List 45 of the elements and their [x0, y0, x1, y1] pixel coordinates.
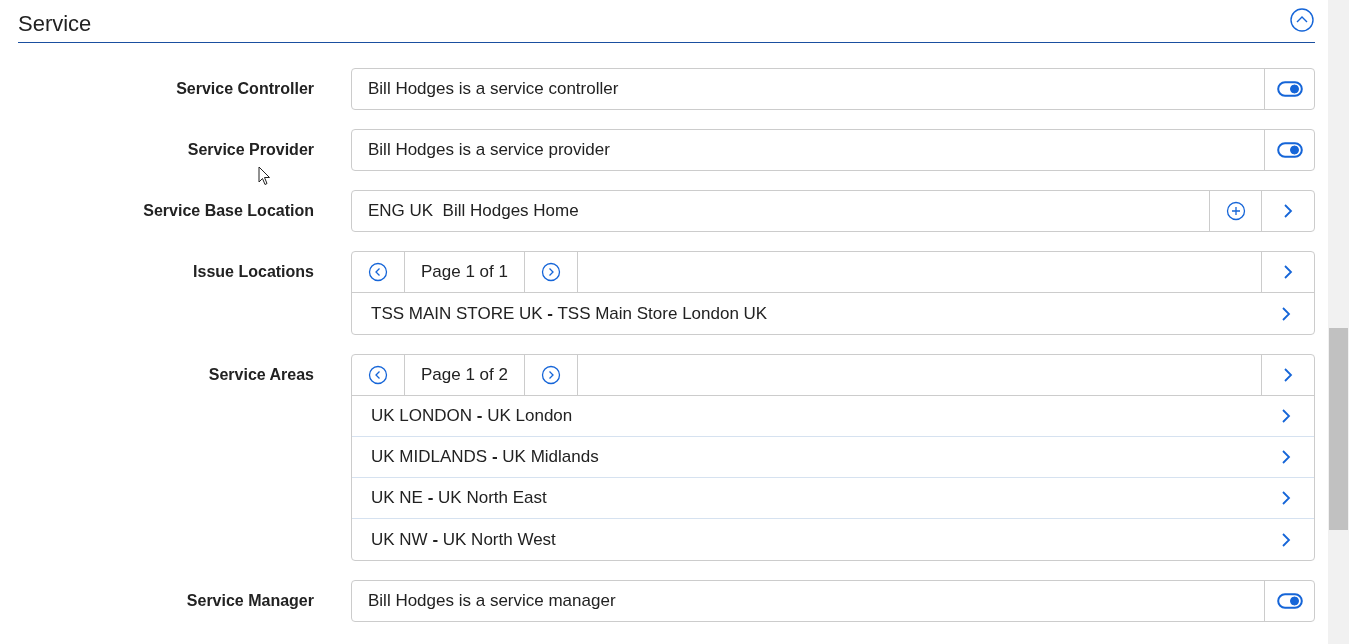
- field-value: Bill Hodges is a service manager: [367, 590, 617, 613]
- field-value: ENG UK Bill Hodges Home: [367, 200, 580, 223]
- field-value: Bill Hodges is a service provider: [367, 139, 611, 162]
- chevron-icon: [1281, 408, 1291, 424]
- input-field[interactable]: ENG UK Bill Hodges Home: [351, 190, 1315, 232]
- mouse-cursor-icon: [258, 166, 271, 186]
- list-item[interactable]: TSS MAIN STORE UK - TSS Main Store London UK: [352, 293, 1314, 334]
- chevron-icon: [1283, 264, 1293, 280]
- list-item-text: UK LONDON - UK London: [371, 405, 573, 428]
- chevron-icon: [1281, 305, 1291, 322]
- chevron-icon: [1281, 490, 1291, 506]
- section-title: Service: [18, 10, 92, 38]
- chevron-icon: [1283, 203, 1293, 219]
- page-indicator: Page 1 of 1: [405, 252, 525, 292]
- chevron-icon: [1281, 531, 1291, 548]
- list-item[interactable]: UK NE - UK North East: [352, 478, 1314, 519]
- chevron-icon: [1281, 449, 1291, 465]
- right-circle-icon: [541, 365, 561, 385]
- list-item-text: UK MIDLANDS - UK Midlands: [371, 446, 599, 469]
- field-label: Service Areas: [208, 365, 314, 385]
- collapse-button[interactable]: [1290, 8, 1314, 32]
- field-label: Service Controller: [176, 79, 314, 99]
- scrollbar[interactable]: [1328, 0, 1349, 644]
- field-value: Bill Hodges is a service controller: [367, 78, 620, 101]
- field-label: Service Provider: [187, 140, 314, 160]
- scrollbar-thumb[interactable]: [1329, 328, 1348, 530]
- left-circle-icon: [368, 262, 388, 282]
- field-label: Service Base Location: [143, 201, 314, 221]
- list-item-text: UK NW - UK North West: [371, 528, 556, 551]
- list-item[interactable]: UK MIDLANDS - UK Midlands: [352, 437, 1314, 478]
- list-item-text: UK NE - UK North East: [371, 487, 547, 510]
- left-circle-icon: [368, 365, 388, 385]
- list-item-text: TSS MAIN STORE UK - TSS Main Store London UK: [371, 302, 768, 325]
- input-field[interactable]: Bill Hodges is a service manager: [351, 580, 1315, 622]
- list-item[interactable]: UK NW - UK North West: [352, 519, 1314, 560]
- input-field[interactable]: Bill Hodges is a service provider: [351, 129, 1315, 171]
- chevron-icon: [1283, 367, 1293, 383]
- input-field[interactable]: Bill Hodges is a service controller: [351, 68, 1315, 110]
- collapse-icon: [1290, 8, 1314, 32]
- field-label: Service Manager: [186, 591, 314, 611]
- list-item[interactable]: UK LONDON - UK London: [352, 396, 1314, 437]
- right-circle-icon: [541, 262, 561, 282]
- field-label: Issue Locations: [193, 262, 314, 282]
- plus-circle-icon: [1225, 201, 1246, 221]
- page-indicator: Page 1 of 2: [405, 355, 525, 395]
